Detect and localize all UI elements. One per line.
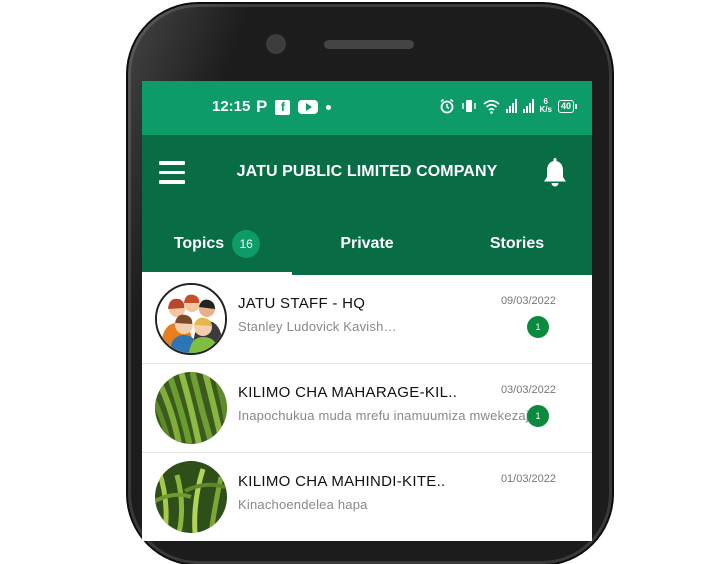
conversation-item[interactable]: KILIMO CHA MAHINDI-KITE.. Kinachoendelea… bbox=[142, 453, 592, 541]
maize-plants-image bbox=[155, 461, 227, 533]
beans-avatar bbox=[155, 372, 227, 444]
unread-count-badge: 1 bbox=[527, 405, 549, 427]
green-beans-image bbox=[155, 372, 227, 444]
unread-count-badge: 1 bbox=[527, 316, 549, 338]
maize-avatar bbox=[155, 461, 227, 533]
status-time: 12:15 bbox=[212, 98, 251, 115]
p-icon: P bbox=[256, 97, 268, 116]
vibrate-icon bbox=[461, 100, 476, 112]
conversation-title: KILIMO CHA MAHINDI-KITE.. bbox=[238, 473, 446, 490]
status-system-icons: 6 K/s 40 bbox=[439, 98, 578, 114]
tab-bar: Topics 16 Private Stories bbox=[142, 213, 592, 275]
conversation-item[interactable]: KILIMO CHA MAHARAGE-KIL.. Inapochukua mu… bbox=[142, 364, 592, 453]
conversation-title: KILIMO CHA MAHARAGE-KIL.. bbox=[238, 384, 458, 401]
conversation-title: JATU STAFF - HQ bbox=[238, 295, 366, 312]
conversation-last-message: Kinachoendelea hapa bbox=[238, 497, 368, 512]
notification-bell-icon[interactable] bbox=[542, 157, 568, 189]
app-bar: JATU PUBLIC LIMITED COMPANY bbox=[142, 135, 592, 213]
battery-icon: 40 bbox=[557, 99, 578, 113]
youtube-icon bbox=[298, 100, 319, 114]
conversation-item[interactable]: JATU STAFF - HQ Stanley Ludovick Kavish…… bbox=[142, 275, 592, 364]
network-speed-icon: 6 K/s bbox=[540, 98, 552, 114]
tab-topics[interactable]: Topics 16 bbox=[142, 213, 292, 275]
dot-icon bbox=[326, 104, 332, 110]
tab-topics-label: Topics bbox=[173, 235, 225, 252]
conversation-date: 01/03/2022 bbox=[500, 473, 556, 485]
topics-count-badge: 16 bbox=[232, 230, 261, 258]
app-title: JATU PUBLIC LIMITED COMPANY bbox=[236, 163, 498, 180]
tab-private[interactable]: Private bbox=[292, 213, 442, 275]
front-camera bbox=[266, 34, 286, 54]
tab-private-label: Private bbox=[340, 235, 394, 252]
conversation-date: 09/03/2022 bbox=[500, 295, 556, 307]
conversation-last-message: Stanley Ludovick Kavish… bbox=[238, 319, 397, 334]
status-notification-icons: P f bbox=[256, 97, 332, 116]
alarm-icon bbox=[440, 98, 453, 114]
tab-stories[interactable]: Stories bbox=[442, 213, 592, 275]
network-speed-unit: K/s bbox=[539, 105, 552, 114]
tab-stories-label: Stories bbox=[489, 235, 545, 252]
signal-icon bbox=[505, 99, 517, 113]
app-screen: 12:15 P f 6 K/s 40 JATU PUBLIC LIMITED C… bbox=[142, 81, 592, 541]
conversation-date: 03/03/2022 bbox=[500, 384, 556, 396]
status-bar: 12:15 P f 6 K/s 40 bbox=[142, 81, 592, 135]
people-group-icon bbox=[157, 285, 225, 353]
group-avatar bbox=[155, 283, 227, 355]
conversation-list: JATU STAFF - HQ Stanley Ludovick Kavish…… bbox=[142, 275, 592, 541]
conversation-last-message: Inapochukua muda mrefu inamuumiza mwekez… bbox=[238, 408, 536, 423]
signal-icon bbox=[522, 99, 534, 113]
wifi-icon bbox=[483, 99, 500, 114]
facebook-icon: f bbox=[275, 99, 291, 115]
earpiece-speaker bbox=[324, 40, 414, 49]
